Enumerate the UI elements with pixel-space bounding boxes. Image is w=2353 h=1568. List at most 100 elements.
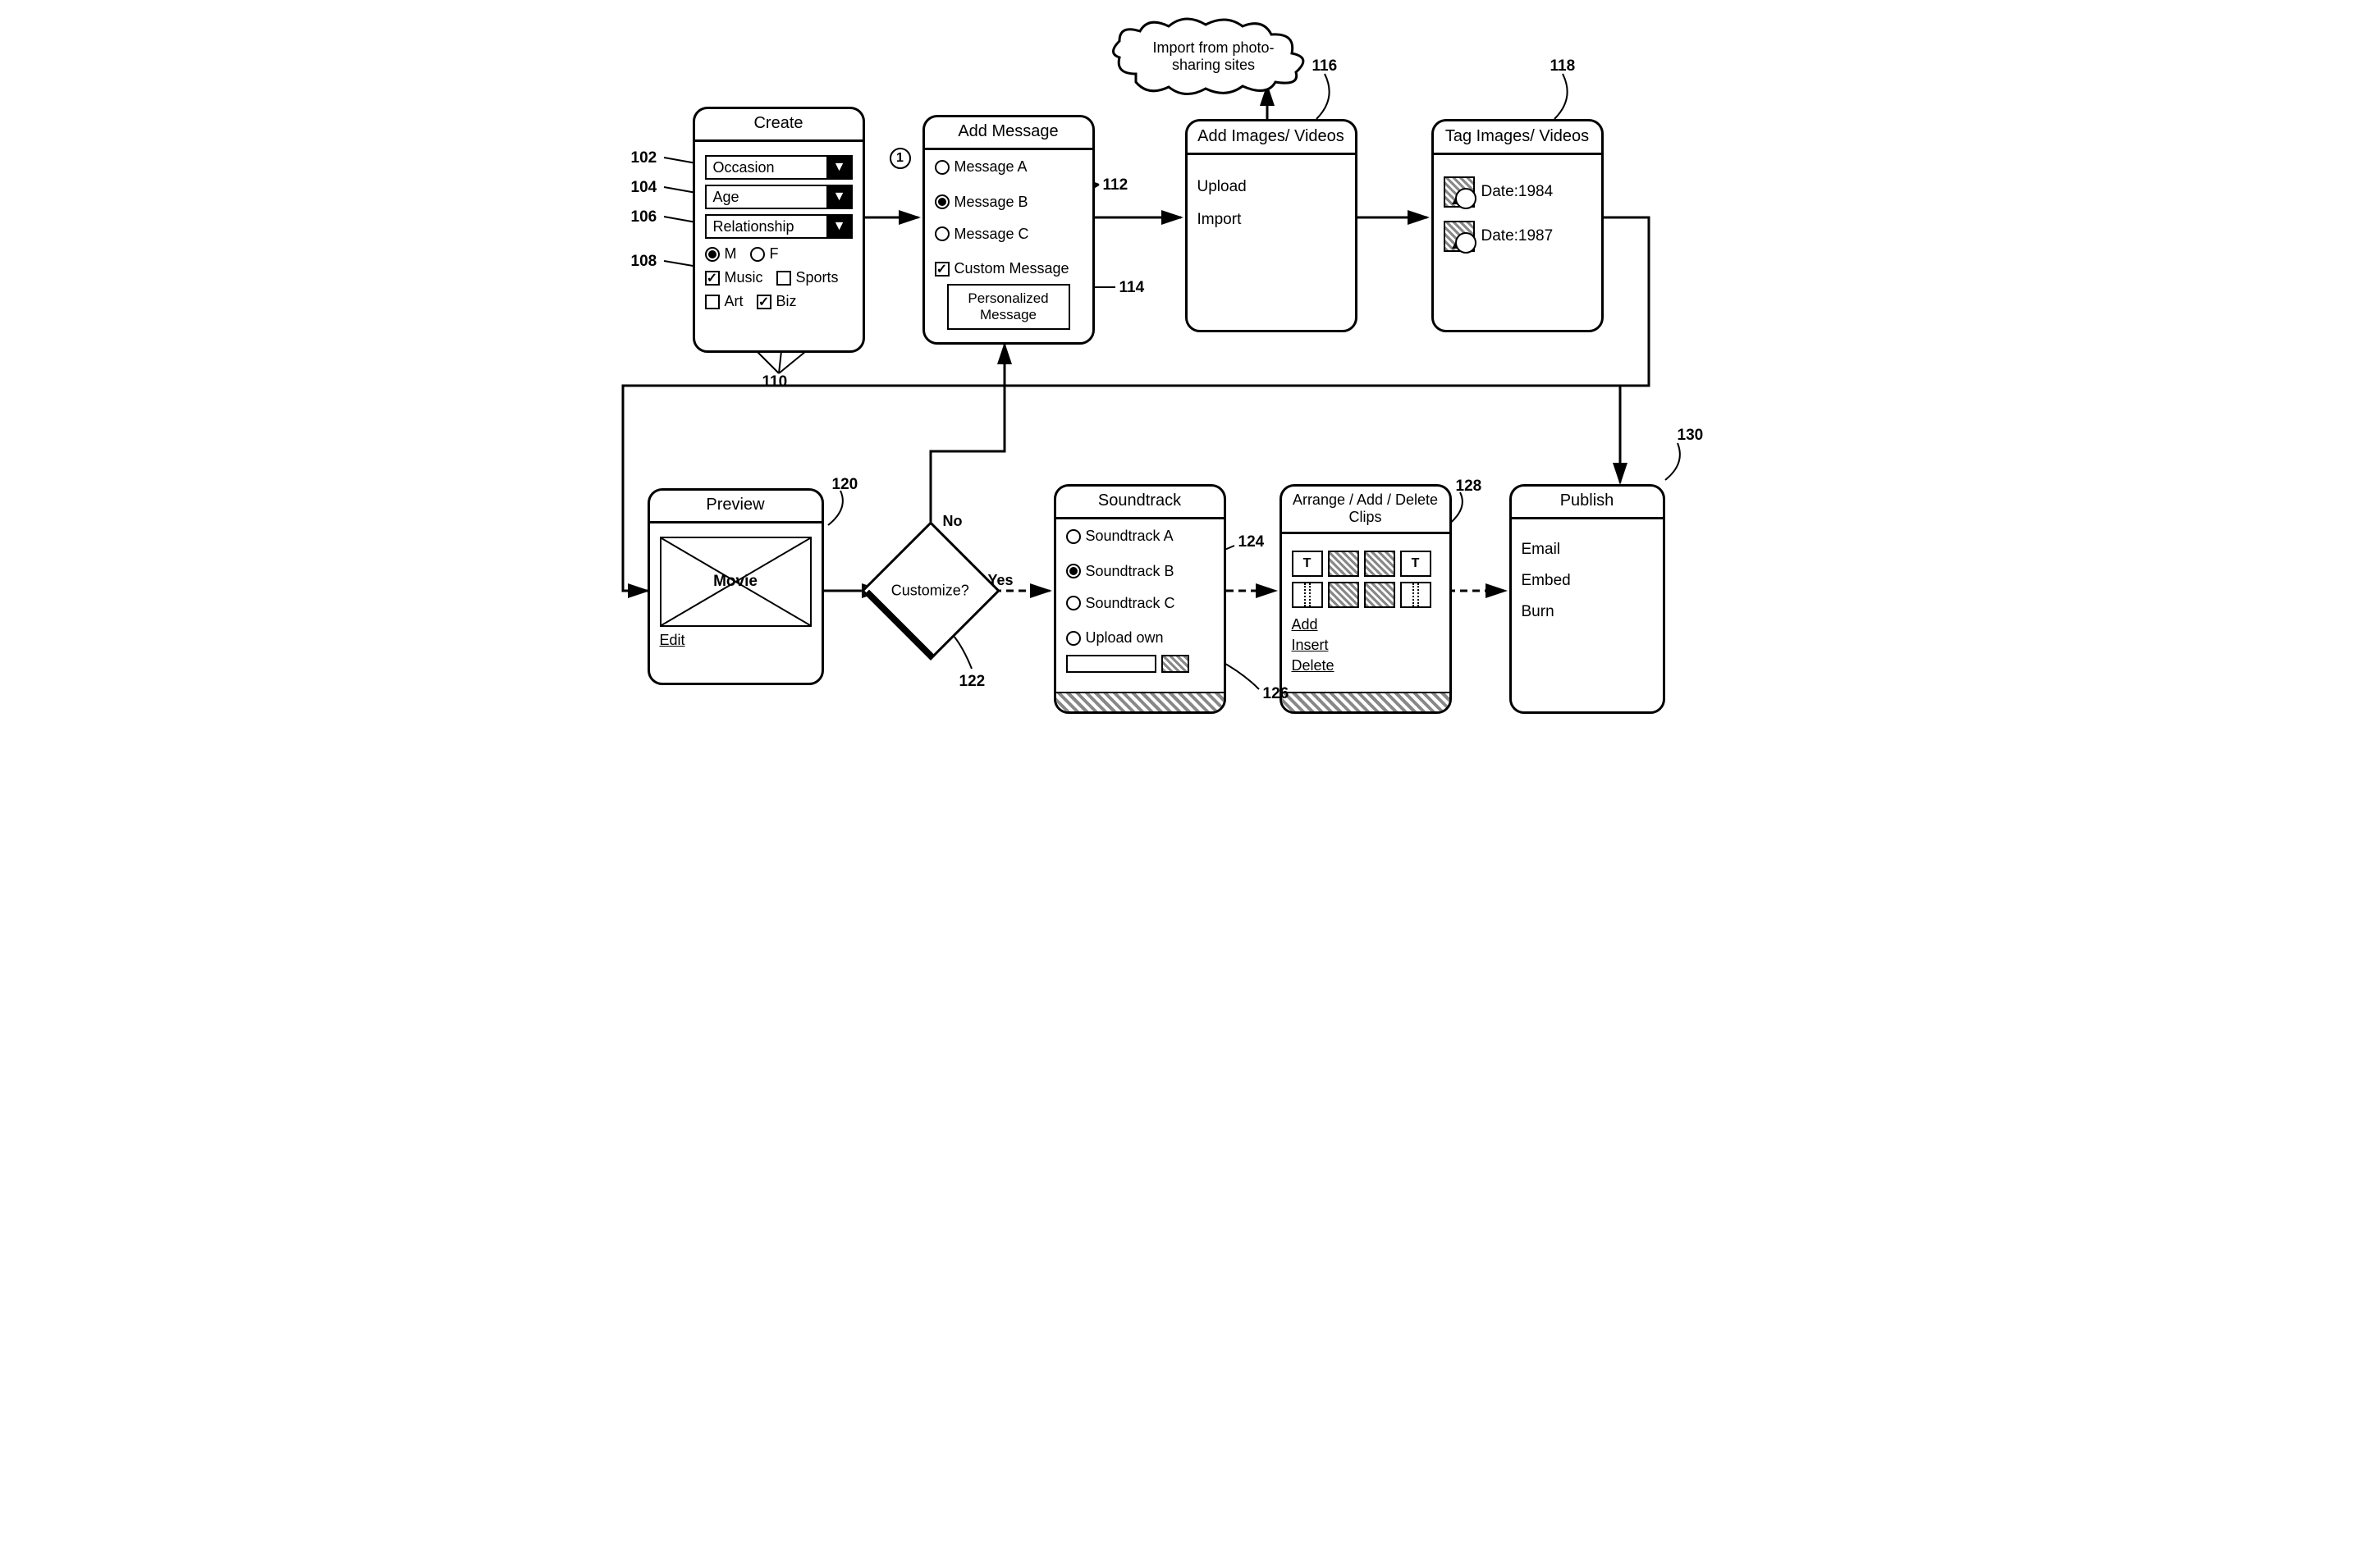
ref-120: 120 [832,476,858,494]
sa-label: Soundtrack A [1086,528,1174,545]
publish-burn[interactable]: Burn [1522,603,1653,621]
check-art[interactable]: Art [705,293,744,310]
preview-title: Preview [650,491,822,523]
sports-label: Sports [796,269,839,286]
add-message-title: Add Message [925,117,1092,150]
radio-msg-b[interactable]: Message B [935,194,1028,211]
check-music[interactable]: Music [705,269,763,286]
movie-preview[interactable]: Movie [660,537,812,627]
soundtrack-title: Soundtrack [1056,487,1224,519]
create-panel: Create Occasion ▼ Age ▼ Relationship ▼ M… [693,107,865,353]
insert-link[interactable]: Insert [1292,637,1440,654]
personalized-message-button[interactable]: Personalized Message [947,284,1070,330]
ref-116: 116 [1312,57,1338,75]
ref-122: 122 [959,673,986,691]
clip-image[interactable] [1364,582,1395,608]
art-label: Art [725,293,744,310]
clip-text[interactable]: T [1292,551,1323,577]
cloud-import: Import from photo-sharing sites [1103,16,1259,103]
ref-108: 108 [631,253,657,271]
msg-a-label: Message A [954,158,1028,176]
ref-128: 128 [1456,478,1482,496]
soundtrack-panel: Soundtrack Soundtrack A Soundtrack B Sou… [1054,484,1226,714]
date-2: Date:1987 [1481,227,1554,245]
publish-title: Publish [1512,487,1663,519]
music-label: Music [725,269,763,286]
hatch-decor [1282,692,1449,711]
radio-f[interactable]: F [750,245,779,263]
sb-label: Soundtrack B [1086,563,1174,580]
date-1: Date:1984 [1481,183,1554,201]
clip-grid: T T [1292,551,1440,608]
radio-sound-upload[interactable]: Upload own [1066,629,1164,647]
occasion-label: Occasion [707,159,826,176]
dropdown-age[interactable]: Age ▼ [705,185,853,209]
hatch-decor [1056,692,1224,711]
clip-text[interactable]: T [1400,551,1431,577]
customize-decision: Customize? [861,521,1000,661]
m-label: M [725,245,737,263]
add-images-title: Add Images/ Videos [1188,121,1355,155]
customize-label: Customize? [891,582,969,599]
ref-104: 104 [631,179,657,197]
upload-path-field[interactable] [1066,655,1156,673]
ref-126: 126 [1263,685,1289,703]
check-custom[interactable]: Custom Message [935,260,1069,277]
image-icon [1444,176,1475,208]
import-option[interactable]: Import [1197,211,1345,229]
publish-embed[interactable]: Embed [1522,572,1653,590]
check-biz[interactable]: Biz [757,293,797,310]
radio-sound-a[interactable]: Soundtrack A [1066,528,1174,545]
f-label: F [770,245,779,263]
upload-option[interactable]: Upload [1197,178,1345,196]
chevron-down-icon[interactable]: ▼ [826,216,851,237]
clip-image[interactable] [1328,582,1359,608]
edit-link[interactable]: Edit [660,632,812,649]
custom-label: Custom Message [954,260,1069,277]
ref-112: 112 [1103,176,1128,194]
ref-110: 110 [762,373,788,391]
ref-124: 124 [1238,533,1265,551]
radio-sound-c[interactable]: Soundtrack C [1066,595,1175,612]
publish-email[interactable]: Email [1522,541,1653,559]
chevron-down-icon[interactable]: ▼ [826,186,851,208]
create-title: Create [695,109,863,142]
age-label: Age [707,189,826,206]
ref-130: 130 [1678,427,1704,445]
add-message-panel: Add Message Message A Message B Message … [922,115,1095,345]
ref-106: 106 [631,208,657,226]
clip-film[interactable] [1292,582,1323,608]
sc-label: Soundtrack C [1086,595,1175,612]
ref-118: 118 [1550,57,1576,75]
arrange-panel: Arrange / Add / Delete Clips T T Add Ins… [1280,484,1452,714]
add-images-panel: Add Images/ Videos Upload Import [1185,119,1357,332]
clip-film[interactable] [1400,582,1431,608]
publish-panel: Publish Email Embed Burn [1509,484,1665,714]
relationship-label: Relationship [707,218,826,235]
tag-item-1[interactable]: Date:1984 [1444,176,1591,208]
clip-image[interactable] [1364,551,1395,577]
delete-link[interactable]: Delete [1292,657,1440,674]
clip-image[interactable] [1328,551,1359,577]
check-sports[interactable]: Sports [776,269,839,286]
radio-m[interactable]: M [705,245,737,263]
add-link[interactable]: Add [1292,616,1440,633]
radio-msg-c[interactable]: Message C [935,226,1029,243]
msg-c-label: Message C [954,226,1029,243]
supload-label: Upload own [1086,629,1164,647]
chevron-down-icon[interactable]: ▼ [826,157,851,178]
step-marker-1: 1 [890,148,911,169]
ref-114: 114 [1119,279,1145,297]
image-icon [1444,221,1475,252]
arrange-title: Arrange / Add / Delete Clips [1282,487,1449,534]
cloud-text: Import from photo-sharing sites [1140,39,1288,74]
radio-sound-b[interactable]: Soundtrack B [1066,563,1174,580]
dropdown-occasion[interactable]: Occasion ▼ [705,155,853,180]
dropdown-relationship[interactable]: Relationship ▼ [705,214,853,239]
radio-msg-a[interactable]: Message A [935,158,1028,176]
upload-browse-button[interactable] [1161,655,1189,673]
tag-images-panel: Tag Images/ Videos Date:1984 Date:1987 [1431,119,1604,332]
tag-images-title: Tag Images/ Videos [1434,121,1601,155]
tag-item-2[interactable]: Date:1987 [1444,221,1591,252]
preview-panel: Preview Movie Edit [648,488,824,685]
